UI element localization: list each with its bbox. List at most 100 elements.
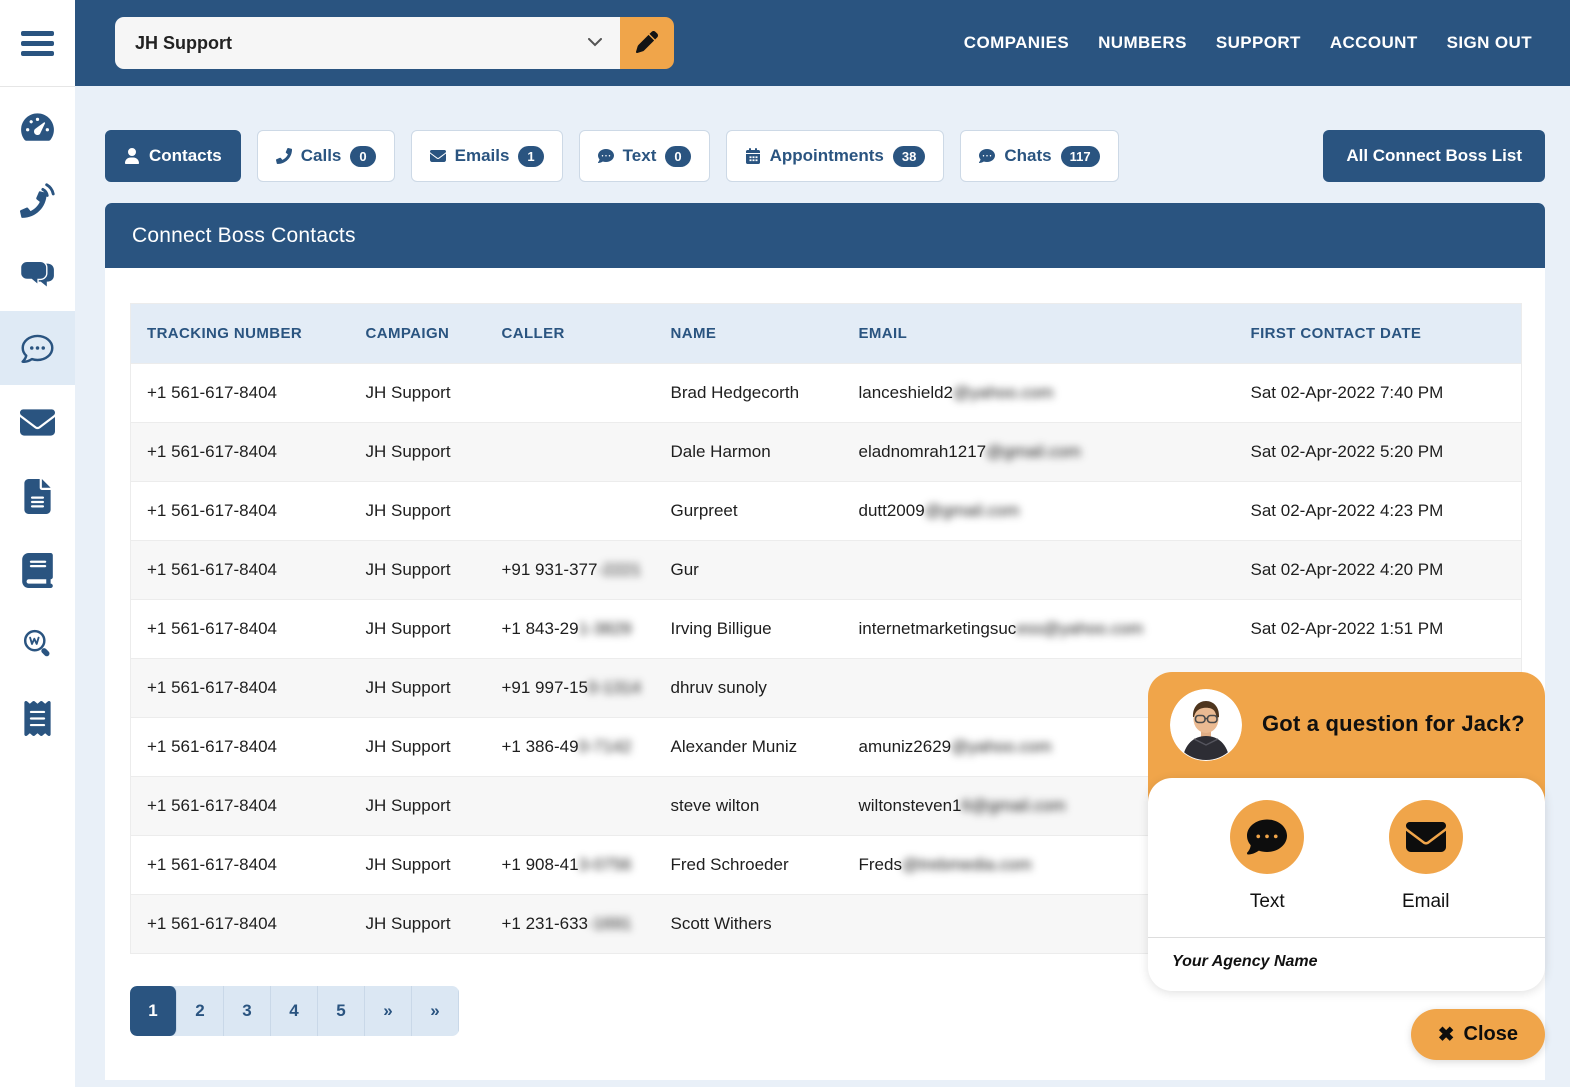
cell-name: Alexander Muniz (655, 718, 843, 777)
page-button[interactable]: » (412, 986, 459, 1036)
edit-company-button[interactable] (620, 17, 674, 69)
comments-icon (20, 257, 55, 292)
tab[interactable]: Appointments 38 (726, 130, 945, 182)
cell-first-contact-date: Sat 02-Apr-2022 4:23 PM (1235, 482, 1522, 541)
cell-name: Dale Harmon (655, 423, 843, 482)
tab-badge: 38 (893, 146, 925, 167)
cell-tracking-number: +1 561-617-8404 (131, 482, 350, 541)
sidebar-top (0, 0, 75, 87)
table-row[interactable]: +1 561-617-8404 JH Support +1 843-291-38… (131, 600, 1522, 659)
book-icon (20, 553, 55, 588)
close-label: Close (1464, 1023, 1518, 1046)
nav-link[interactable]: SUPPORT (1216, 33, 1301, 53)
nav-link[interactable]: ACCOUNT (1330, 33, 1418, 53)
cell-first-contact-date: Sat 02-Apr-2022 5:20 PM (1235, 423, 1522, 482)
page-button[interactable]: » (365, 986, 412, 1036)
chat-widget-actions: Text Email (1148, 778, 1545, 913)
envelope-icon (20, 405, 55, 440)
redacted-caller-digits: 1-3829 (579, 619, 632, 638)
company-selector[interactable]: JH Support (115, 17, 620, 69)
cell-caller: +1 231-633-1691 (486, 895, 655, 954)
tab[interactable]: Chats 117 (960, 130, 1118, 182)
hamburger-bar (21, 41, 54, 46)
tab[interactable]: Calls 0 (257, 130, 395, 182)
cell-campaign: JH Support (350, 718, 486, 777)
chat-widget-action[interactable]: Email (1389, 800, 1463, 913)
redacted-caller-digits: 0-7142 (579, 737, 632, 756)
company-selector-value: JH Support (135, 33, 232, 54)
envelope-icon (430, 148, 446, 164)
sidebar-item[interactable] (0, 607, 75, 681)
keyword-search-icon (20, 627, 55, 662)
all-connect-boss-list-button[interactable]: All Connect Boss List (1323, 130, 1545, 182)
pagination: 1 2 3 4 5 » » (130, 986, 459, 1036)
nav-link[interactable]: NUMBERS (1098, 33, 1187, 53)
chat-widget-action[interactable]: Text (1230, 800, 1304, 913)
tab[interactable]: Contacts (105, 130, 241, 182)
cell-name: Brad Hedgecorth (655, 364, 843, 423)
page-button[interactable]: 2 (177, 986, 224, 1036)
hamburger-bar (21, 51, 54, 56)
comment-icon (979, 148, 995, 164)
top-navbar: JH Support COMPANIES NUMBERS SUPPORT ACC… (75, 0, 1570, 86)
redacted-email-part: @yahoo.com (951, 737, 1051, 756)
tab-label: Emails (455, 146, 510, 166)
cell-campaign: JH Support (350, 777, 486, 836)
cell-name: Scott Withers (655, 895, 843, 954)
page-button[interactable]: 1 (130, 986, 177, 1036)
cell-caller: +91 997-150-1314 (486, 659, 655, 718)
sidebar-item[interactable] (0, 533, 75, 607)
tab[interactable]: Emails 1 (411, 130, 563, 182)
menu-toggle-icon[interactable] (21, 31, 54, 56)
sidebar-item[interactable] (0, 311, 75, 385)
sidebar-item[interactable] (0, 681, 75, 755)
cell-email: lanceshield2@yahoo.com (843, 364, 1235, 423)
cell-first-contact-date: Sat 02-Apr-2022 1:51 PM (1235, 600, 1522, 659)
close-icon: ✖ (1438, 1022, 1455, 1047)
cell-tracking-number: +1 561-617-8404 (131, 777, 350, 836)
tab-label: Contacts (149, 146, 222, 166)
cell-caller (486, 482, 655, 541)
table-row[interactable]: +1 561-617-8404 JH Support Gurpreet dutt… (131, 482, 1522, 541)
table-row[interactable]: +1 561-617-8404 JH Support Dale Harmon e… (131, 423, 1522, 482)
dashboard-icon (20, 109, 55, 144)
tab-badge: 1 (518, 146, 543, 167)
nav-link[interactable]: COMPANIES (964, 33, 1069, 53)
tab[interactable]: Text 0 (579, 130, 710, 182)
sidebar-item[interactable] (0, 89, 75, 163)
cell-campaign: JH Support (350, 423, 486, 482)
sidebar-nav (0, 87, 75, 755)
cell-tracking-number: +1 561-617-8404 (131, 659, 350, 718)
cell-caller: +1 386-490-7142 (486, 718, 655, 777)
chat-widget-title: Got a question for Jack? (1262, 711, 1525, 737)
sidebar-item[interactable] (0, 459, 75, 533)
action-label: Email (1402, 891, 1450, 913)
tab-label: Appointments (770, 146, 884, 166)
file-icon (20, 479, 55, 514)
cell-caller (486, 777, 655, 836)
cell-campaign: JH Support (350, 541, 486, 600)
page-button[interactable]: 5 (318, 986, 365, 1036)
cell-tracking-number: +1 561-617-8404 (131, 895, 350, 954)
table-row[interactable]: +1 561-617-8404 JH Support Brad Hedgecor… (131, 364, 1522, 423)
table-row[interactable]: +1 561-617-8404 JH Support +91 931-377-2… (131, 541, 1522, 600)
page-button[interactable]: 4 (271, 986, 318, 1036)
redacted-email-part: @trebmedia.com (902, 855, 1032, 874)
receipt-icon (20, 701, 55, 736)
page-button[interactable]: 3 (224, 986, 271, 1036)
cell-name: Fred Schroeder (655, 836, 843, 895)
sidebar-item[interactable] (0, 163, 75, 237)
cell-email: dutt2009@gmail.com (843, 482, 1235, 541)
sidebar-item[interactable] (0, 385, 75, 459)
pencil-icon (636, 31, 658, 56)
cell-email (843, 541, 1235, 600)
cell-tracking-number: +1 561-617-8404 (131, 600, 350, 659)
column-header: FIRST CONTACT DATE (1235, 304, 1522, 364)
sidebar-item[interactable] (0, 237, 75, 311)
close-chat-widget-button[interactable]: ✖ Close (1411, 1009, 1545, 1060)
cell-campaign: JH Support (350, 836, 486, 895)
cell-name: Irving Billigue (655, 600, 843, 659)
cell-email: eladnomrah1217@gmail.com (843, 423, 1235, 482)
redacted-email-part: @yahoo.com (953, 383, 1053, 402)
nav-link[interactable]: SIGN OUT (1447, 33, 1532, 53)
